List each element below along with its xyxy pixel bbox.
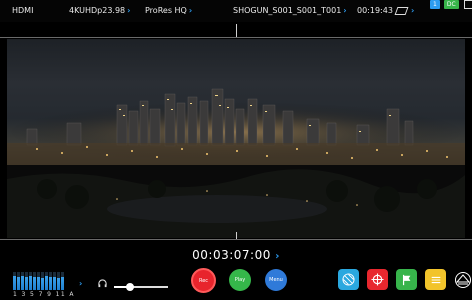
disk-icon: [394, 7, 409, 15]
input-source-label: HDMI: [12, 6, 34, 15]
chevron-right-icon: ›: [275, 251, 280, 262]
play-button[interactable]: Play: [229, 269, 251, 291]
control-bar: 1 3 5 7 9 11 A › Rec Play Menu: [0, 266, 472, 300]
flag-icon: [402, 274, 410, 285]
chevron-right-icon[interactable]: ›: [79, 279, 82, 288]
audio-meter-level: [49, 277, 52, 290]
top-divider: [0, 37, 472, 38]
record-button[interactable]: Rec: [191, 268, 216, 293]
crosshair-tool-button[interactable]: [367, 269, 388, 290]
menu-label: Menu: [269, 277, 283, 283]
audio-meters[interactable]: [13, 272, 64, 290]
audio-meter-level: [57, 278, 60, 290]
audio-meter-level: [21, 276, 24, 290]
play-label: Play: [234, 277, 246, 283]
chevron-right-icon: ›: [127, 6, 131, 15]
bottom-divider: [0, 239, 472, 240]
audio-meter-bar: [17, 272, 20, 290]
channel-badge: 1: [430, 0, 440, 9]
power-status[interactable]: 1 DC: [430, 0, 472, 9]
city-skyline-image: [7, 88, 465, 238]
status-bar: HDMI 4KUHDp23.98 › ProRes HQ › SHOGUN_S0…: [0, 0, 472, 22]
resolution-label: 4KUHDp23.98: [69, 6, 126, 15]
audio-meter-bar: [37, 272, 40, 290]
audio-meter-level: [41, 278, 44, 290]
audio-meter-level: [13, 276, 16, 290]
audio-meter-level: [17, 277, 20, 290]
menu-button[interactable]: Menu: [265, 269, 287, 291]
audio-meter-level: [45, 276, 48, 290]
zebra-icon: [342, 273, 355, 286]
audio-meter-bar: [45, 272, 48, 290]
center-tick-top: [236, 24, 237, 37]
audio-channel-labels: 1 3 5 7 9 11 A: [13, 291, 75, 298]
record-label: Rec: [198, 277, 209, 284]
focus-peaking-tool-button[interactable]: [452, 269, 472, 290]
chevron-right-icon: ›: [411, 6, 415, 15]
audio-meter-bar: [61, 272, 64, 290]
timecode-display[interactable]: 00:03:07:00 ›: [0, 248, 472, 262]
audio-meter-bar: [25, 272, 28, 290]
clip-name-label: SHOGUN_S001_S001_T001: [233, 6, 342, 15]
input-source[interactable]: HDMI: [12, 0, 33, 22]
audio-meter-bar: [49, 272, 52, 290]
audio-meter-level: [53, 277, 56, 290]
zebra-tool-button[interactable]: [338, 269, 359, 290]
battery-icon: [463, 0, 472, 9]
flag-tool-button[interactable]: [396, 269, 417, 290]
audio-meter-level: [61, 277, 64, 290]
audio-meter-level: [25, 277, 28, 290]
audio-meter-level: [29, 276, 32, 290]
audio-meter-bar: [57, 272, 60, 290]
chevron-right-icon: ›: [188, 6, 193, 15]
audio-meter-bar: [29, 272, 32, 290]
notes-icon: [431, 276, 440, 283]
video-preview[interactable]: [7, 39, 465, 238]
resolution-selector[interactable]: 4KUHDp23.98 ›: [69, 0, 130, 22]
audio-meter-bar: [53, 272, 56, 290]
codec-label: ProRes HQ: [145, 6, 187, 15]
center-tick-bottom: [236, 232, 237, 239]
focus-peaking-icon: [454, 271, 471, 288]
disk-selector[interactable]: ›: [394, 0, 415, 22]
audio-meter-level: [37, 277, 40, 290]
dc-badge: DC: [443, 0, 459, 9]
crosshair-icon: [371, 273, 384, 286]
remaining-time-label: 00:19:43: [357, 6, 393, 15]
notes-tool-button[interactable]: [425, 269, 446, 290]
audio-meter-bar: [33, 272, 36, 290]
volume-slider[interactable]: [114, 283, 168, 291]
audio-meter-bar: [13, 272, 16, 290]
audio-meter-bar: [41, 272, 44, 290]
headphones-icon: [98, 279, 107, 291]
remaining-time: 00:19:43: [357, 0, 393, 22]
chevron-right-icon: ›: [343, 6, 347, 15]
audio-meter-bar: [21, 272, 24, 290]
volume-knob[interactable]: [126, 283, 134, 291]
timecode-label: 00:03:07:00: [192, 248, 271, 262]
clip-name-selector[interactable]: SHOGUN_S001_S001_T001 ›: [233, 0, 347, 22]
audio-meter-level: [33, 277, 36, 290]
codec-selector[interactable]: ProRes HQ ›: [145, 0, 192, 22]
